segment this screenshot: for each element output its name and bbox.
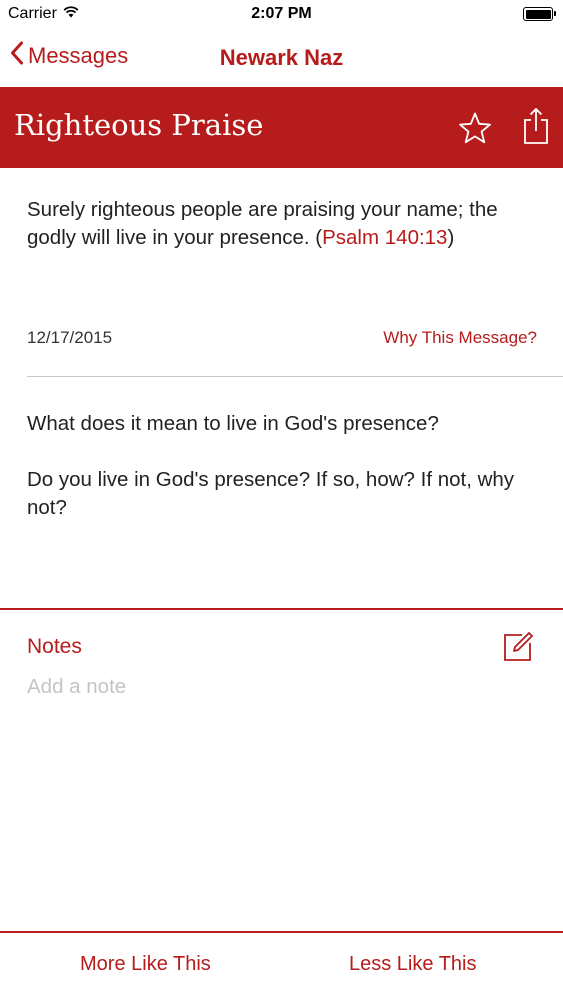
message-date: 12/17/2015 — [27, 328, 113, 347]
reflection-question-2: Do you live in God's presence? If so, ho… — [27, 468, 515, 519]
reflection-question-1: What does it mean to live in God's prese… — [27, 412, 439, 435]
nav-title: Newark Naz — [219, 45, 344, 70]
battery-icon — [523, 7, 556, 21]
message-detail-screen: Carrier 2:07 PM Messages Newark Naz Righ… — [0, 0, 563, 1000]
status-bar: Carrier 2:07 PM — [0, 0, 563, 30]
date-row: 12/17/2015 Why This Message? — [27, 328, 537, 352]
why-this-message-link[interactable]: Why This Message? — [383, 328, 537, 348]
navigation-bar: Messages Newark Naz — [0, 30, 563, 87]
edit-note-button[interactable] — [502, 631, 534, 668]
actions-divider — [0, 931, 563, 933]
less-like-this-button[interactable]: Less Like This — [349, 953, 476, 976]
verse-reference-link[interactable]: Psalm 140:13 — [322, 226, 447, 249]
more-like-this-button[interactable]: More Like This — [80, 953, 211, 976]
favorite-button[interactable] — [458, 111, 492, 150]
notes-divider — [0, 608, 563, 610]
share-icon — [522, 107, 550, 149]
message-header: Righteous Praise — [0, 87, 563, 168]
share-button[interactable] — [522, 107, 550, 150]
note-input[interactable] — [27, 673, 507, 701]
message-title: Righteous Praise — [14, 108, 264, 142]
verse-text: Surely righteous people are praising you… — [27, 196, 542, 252]
compose-icon — [502, 632, 534, 667]
star-icon — [458, 112, 492, 149]
notes-label: Notes — [27, 635, 82, 658]
divider — [27, 376, 563, 377]
verse-close-paren: ) — [447, 226, 455, 249]
status-time: 2:07 PM — [251, 5, 312, 22]
